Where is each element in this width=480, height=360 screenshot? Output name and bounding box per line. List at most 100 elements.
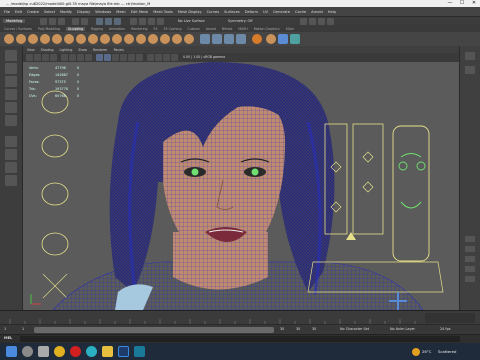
layer-icon[interactable] bbox=[465, 246, 475, 252]
viewport-panel[interactable]: View Shading Lighting Show Renderer Pane… bbox=[23, 46, 459, 310]
select-hierarchy-icon[interactable] bbox=[96, 18, 103, 25]
grid-icon[interactable] bbox=[61, 54, 68, 61]
relax-brush-icon[interactable] bbox=[28, 34, 38, 44]
unfreeze-icon[interactable] bbox=[236, 34, 246, 44]
vp-menu-shading[interactable]: Shading bbox=[41, 48, 54, 52]
single-layout-icon[interactable] bbox=[5, 136, 17, 147]
cross-icon[interactable] bbox=[290, 34, 300, 44]
file-explorer-icon[interactable] bbox=[102, 346, 113, 357]
menu-edit[interactable]: Edit bbox=[15, 10, 22, 14]
sculpt-sphere-icon[interactable] bbox=[266, 34, 276, 44]
tab-mash[interactable]: MASH bbox=[238, 27, 247, 31]
time-slider[interactable] bbox=[0, 310, 480, 325]
channel-box-strip[interactable] bbox=[459, 46, 480, 310]
outliner-layout-icon[interactable] bbox=[5, 175, 17, 186]
menu-help[interactable]: Help bbox=[328, 10, 336, 14]
tab-arnold[interactable]: Arnold bbox=[206, 27, 216, 31]
weather-label[interactable]: Scattered bbox=[438, 349, 456, 354]
menu-curves[interactable]: Curves bbox=[207, 10, 219, 14]
camera-select-icon[interactable] bbox=[26, 54, 33, 61]
vp-menu-show[interactable]: Show bbox=[78, 48, 87, 52]
menu-display[interactable]: Display bbox=[77, 10, 90, 14]
select-object-icon[interactable] bbox=[105, 18, 112, 25]
menu-mesh-tools[interactable]: Mesh Tools bbox=[153, 10, 172, 14]
maya-icon[interactable] bbox=[134, 346, 145, 357]
tab-poly-modeling[interactable]: Poly Modeling bbox=[38, 27, 60, 31]
tab-fx-caching[interactable]: FX Caching bbox=[164, 27, 182, 31]
menu-surfaces[interactable]: Surfaces bbox=[224, 10, 240, 14]
snap-grid-icon[interactable] bbox=[130, 18, 137, 25]
script-language-label[interactable]: MEL bbox=[4, 336, 12, 340]
menu-uv[interactable]: UV bbox=[263, 10, 268, 14]
vp-menu-panels[interactable]: Panels bbox=[114, 48, 124, 52]
imprint-brush-icon[interactable] bbox=[112, 34, 122, 44]
wax-brush-icon[interactable] bbox=[124, 34, 134, 44]
flatten-brush-icon[interactable] bbox=[64, 34, 74, 44]
shadows-icon[interactable] bbox=[136, 54, 143, 61]
open-scene-icon[interactable] bbox=[49, 18, 56, 25]
range-slider[interactable] bbox=[34, 327, 274, 333]
menu-create[interactable]: Create bbox=[27, 10, 39, 14]
opera-icon[interactable] bbox=[70, 346, 81, 357]
save-scene-icon[interactable] bbox=[58, 18, 65, 25]
mode-dropdown[interactable]: Modeling bbox=[3, 19, 26, 23]
maximize-button[interactable]: ☐ bbox=[456, 0, 468, 7]
snap-view-icon[interactable] bbox=[157, 18, 164, 25]
tab-xgen[interactable]: XGen bbox=[286, 27, 295, 31]
search-icon[interactable] bbox=[22, 346, 33, 357]
menu-arnold[interactable]: Arnold bbox=[311, 10, 323, 14]
channel-box-icon[interactable] bbox=[465, 52, 475, 60]
menu-mesh[interactable]: Mesh bbox=[116, 10, 125, 14]
temperature-label[interactable]: 26°C bbox=[422, 349, 431, 354]
menu-file[interactable]: File bbox=[4, 10, 10, 14]
tab-rigging[interactable]: Rigging bbox=[91, 27, 103, 31]
symmetry-dropdown[interactable]: Symmetry: Off bbox=[228, 19, 253, 23]
layer-icon[interactable] bbox=[465, 276, 475, 282]
xray-joints-icon[interactable] bbox=[163, 54, 170, 61]
fill-brush-icon[interactable] bbox=[148, 34, 158, 44]
windows-start-icon[interactable] bbox=[6, 346, 17, 357]
playback-controls[interactable] bbox=[425, 313, 475, 323]
repeat-brush-icon[interactable] bbox=[100, 34, 110, 44]
smooth-brush-icon[interactable] bbox=[16, 34, 26, 44]
menu-mesh-display[interactable]: Mesh Display bbox=[178, 10, 202, 14]
vp-menu-view[interactable]: View bbox=[27, 48, 35, 52]
task-view-icon[interactable] bbox=[38, 346, 49, 357]
end-time-field-2[interactable]: 30 bbox=[312, 327, 316, 331]
menu-modify[interactable]: Modify bbox=[60, 10, 72, 14]
isolate-select-icon[interactable] bbox=[147, 54, 154, 61]
fps-dropdown[interactable]: 24 fps bbox=[440, 327, 451, 331]
menu-edit-mesh[interactable]: Edit Mesh bbox=[131, 10, 149, 14]
arrow-up-icon[interactable] bbox=[278, 34, 288, 44]
grab-brush-icon[interactable] bbox=[40, 34, 50, 44]
knife-brush-icon[interactable] bbox=[160, 34, 170, 44]
pinch-brush-icon[interactable] bbox=[52, 34, 62, 44]
select-component-icon[interactable] bbox=[114, 18, 121, 25]
command-input[interactable] bbox=[20, 336, 460, 342]
vp-menu-lighting[interactable]: Lighting bbox=[60, 48, 73, 52]
layer-icon[interactable] bbox=[465, 236, 475, 242]
invert-freeze-icon[interactable] bbox=[224, 34, 234, 44]
lights-icon[interactable] bbox=[128, 54, 135, 61]
tab-motion-graphics[interactable]: Motion Graphics bbox=[254, 27, 280, 31]
layer-icon[interactable] bbox=[465, 256, 475, 262]
tab-bifrost[interactable]: Bifrost bbox=[222, 27, 232, 31]
tab-custom[interactable]: Custom bbox=[187, 27, 199, 31]
scrape-brush-icon[interactable] bbox=[136, 34, 146, 44]
menu-select[interactable]: Select bbox=[44, 10, 55, 14]
menu-deform[interactable]: Deform bbox=[245, 10, 258, 14]
render-settings-icon[interactable] bbox=[318, 18, 325, 25]
resolution-gate-icon[interactable] bbox=[77, 54, 84, 61]
gate-mask-icon[interactable] bbox=[85, 54, 92, 61]
menu-cache[interactable]: Cache bbox=[295, 10, 306, 14]
lasso-tool-icon[interactable] bbox=[5, 63, 17, 74]
freeze-icon[interactable] bbox=[212, 34, 222, 44]
weather-icon[interactable] bbox=[412, 348, 420, 356]
image-plane-icon[interactable] bbox=[50, 54, 57, 61]
render-icon[interactable] bbox=[300, 18, 307, 25]
menu-generate[interactable]: Generate bbox=[273, 10, 290, 14]
playback-start-field[interactable]: 1 bbox=[22, 327, 24, 331]
snap-curve-icon[interactable] bbox=[139, 18, 146, 25]
time-ruler[interactable] bbox=[0, 311, 480, 325]
wireframe-on-shaded-icon[interactable] bbox=[112, 54, 119, 61]
